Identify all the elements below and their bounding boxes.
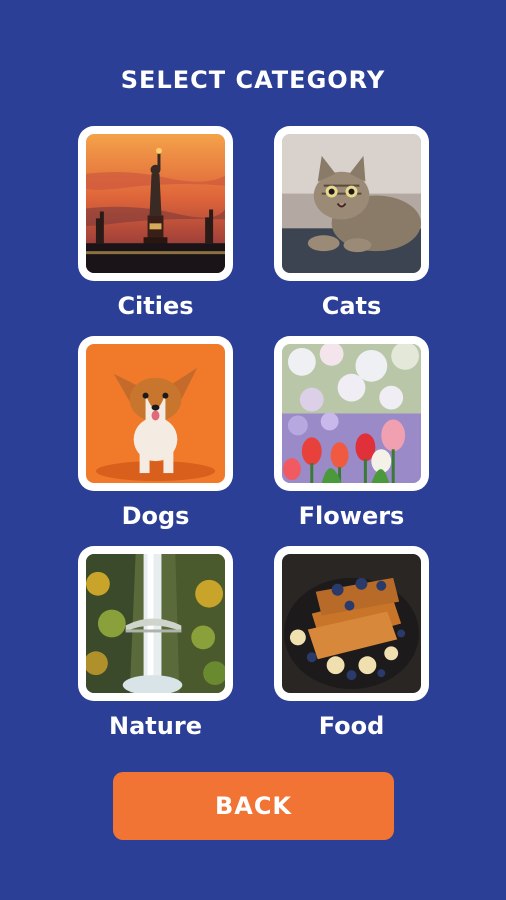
category-tile-dogs[interactable]: [78, 336, 233, 491]
category-tile-food[interactable]: [274, 546, 429, 701]
category-label-nature[interactable]: Nature: [78, 712, 233, 740]
dogs-image: [86, 344, 225, 483]
nature-image: [86, 554, 225, 693]
category-label-flowers[interactable]: Flowers: [274, 502, 429, 530]
page-title: SELECT CATEGORY: [120, 66, 386, 94]
category-label-cats[interactable]: Cats: [274, 292, 429, 320]
category-label-cities[interactable]: Cities: [78, 292, 233, 320]
flowers-image: [282, 344, 421, 483]
category-tile-cities[interactable]: [78, 126, 233, 281]
back-button[interactable]: BACK: [113, 772, 394, 840]
cities-image: [86, 134, 225, 273]
food-image: [282, 554, 421, 693]
category-tile-flowers[interactable]: [274, 336, 429, 491]
category-tile-nature[interactable]: [78, 546, 233, 701]
category-tile-cats[interactable]: [274, 126, 429, 281]
category-label-food[interactable]: Food: [274, 712, 429, 740]
category-label-dogs[interactable]: Dogs: [78, 502, 233, 530]
cats-image: [282, 134, 421, 273]
